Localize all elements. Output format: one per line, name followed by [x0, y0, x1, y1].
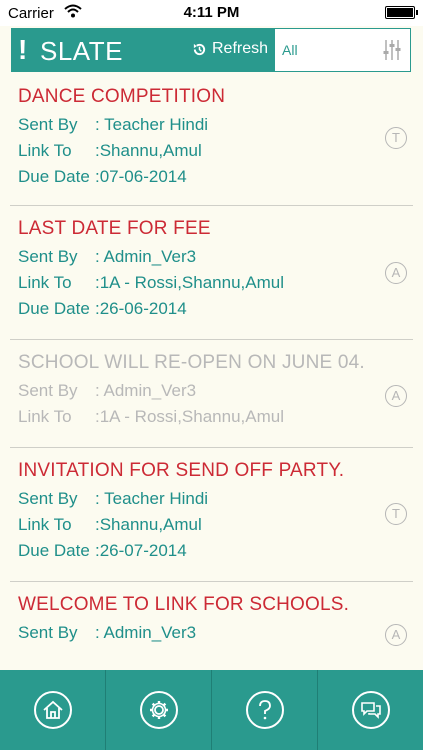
sender-type-badge: T	[385, 127, 407, 149]
sent-by-value: : Admin_Ver3	[95, 381, 197, 400]
filter-sliders-icon[interactable]	[382, 38, 402, 62]
sent-by-label: Sent By	[18, 489, 78, 508]
link-to-value: :Shannu,Amul	[95, 515, 202, 534]
sender-type-badge: A	[385, 385, 407, 407]
tab-chat[interactable]	[318, 670, 423, 750]
link-to-label: Link To	[18, 515, 72, 534]
app-title: SLATE	[40, 36, 123, 66]
message-card[interactable]: SCHOOL WILL RE-OPEN ON JUNE 04. Sent By:…	[10, 340, 413, 448]
message-title: SCHOOL WILL RE-OPEN ON JUNE 04.	[18, 352, 365, 373]
clock-time: 4:11 PM	[183, 4, 240, 21]
due-date-label: Due Date	[18, 299, 90, 318]
message-title: INVITATION FOR SEND OFF PARTY.	[18, 460, 345, 481]
message-title: WELCOME TO LINK FOR SCHOOLS.	[18, 594, 350, 615]
sent-by-value: : Teacher Hindi	[95, 489, 209, 508]
status-bar: Carrier 4:11 PM	[0, 0, 423, 26]
due-date-value: :26-07-2014	[95, 541, 187, 560]
link-to-value: :1A - Rossi,Shannu,Amul	[95, 407, 284, 426]
sent-by-value: : Teacher Hindi	[95, 115, 209, 134]
exclamation-icon: !	[18, 34, 28, 65]
sender-type-badge: T	[385, 503, 407, 525]
due-date-value: :26-06-2014	[95, 299, 187, 318]
sent-by-label: Sent By	[18, 623, 78, 642]
message-list[interactable]: DANCE COMPETITION Sent By : Teacher Hindi…	[0, 74, 423, 670]
sender-type-badge: A	[385, 624, 407, 646]
tab-home[interactable]	[0, 670, 106, 750]
sent-by-label: Sent By	[18, 381, 78, 400]
tab-help[interactable]	[212, 670, 318, 750]
tab-settings[interactable]	[106, 670, 212, 750]
help-icon	[245, 691, 284, 729]
nav-bar: ! SLATE Refresh All	[11, 28, 411, 72]
chat-icon	[351, 691, 390, 729]
home-icon	[33, 691, 72, 729]
link-to-value: :Shannu,Amul	[95, 141, 202, 160]
due-date-label: Due Date	[18, 541, 90, 560]
sent-by-value: : Admin_Ver3	[95, 247, 197, 266]
refresh-label: Refresh	[212, 40, 269, 57]
link-to-label: Link To	[18, 141, 72, 160]
battery-icon	[385, 6, 418, 19]
sent-by-label: Sent By	[18, 247, 78, 266]
sender-type-badge: A	[385, 262, 407, 284]
sent-by-label: Sent By	[18, 115, 78, 134]
refresh-button[interactable]: Refresh	[192, 40, 268, 58]
nav-brand-area: ! SLATE Refresh	[12, 29, 275, 71]
link-to-value: :1A - Rossi,Shannu,Amul	[95, 273, 284, 292]
filter-select[interactable]: All	[282, 42, 298, 58]
tab-bar	[0, 670, 423, 750]
refresh-icon	[193, 43, 206, 55]
message-card[interactable]: WELCOME TO LINK FOR SCHOOLS. Sent By : Ad…	[10, 582, 413, 670]
due-date-label: Due Date	[18, 167, 90, 186]
message-title: DANCE COMPETITION	[18, 86, 226, 107]
message-card[interactable]: INVITATION FOR SEND OFF PARTY. Sent By : …	[10, 448, 413, 582]
message-title: LAST DATE FOR FEE	[18, 218, 211, 239]
message-card[interactable]: DANCE COMPETITION Sent By : Teacher Hindi…	[10, 74, 413, 206]
message-card[interactable]: LAST DATE FOR FEE Sent By : Admin_Ver3 Li…	[10, 206, 413, 340]
sent-by-value: : Admin_Ver3	[95, 623, 197, 642]
gear-icon	[139, 691, 178, 729]
due-date-value: :07-06-2014	[95, 167, 187, 186]
link-to-label: Link To	[18, 273, 72, 292]
link-to-label: Link To	[18, 407, 72, 426]
